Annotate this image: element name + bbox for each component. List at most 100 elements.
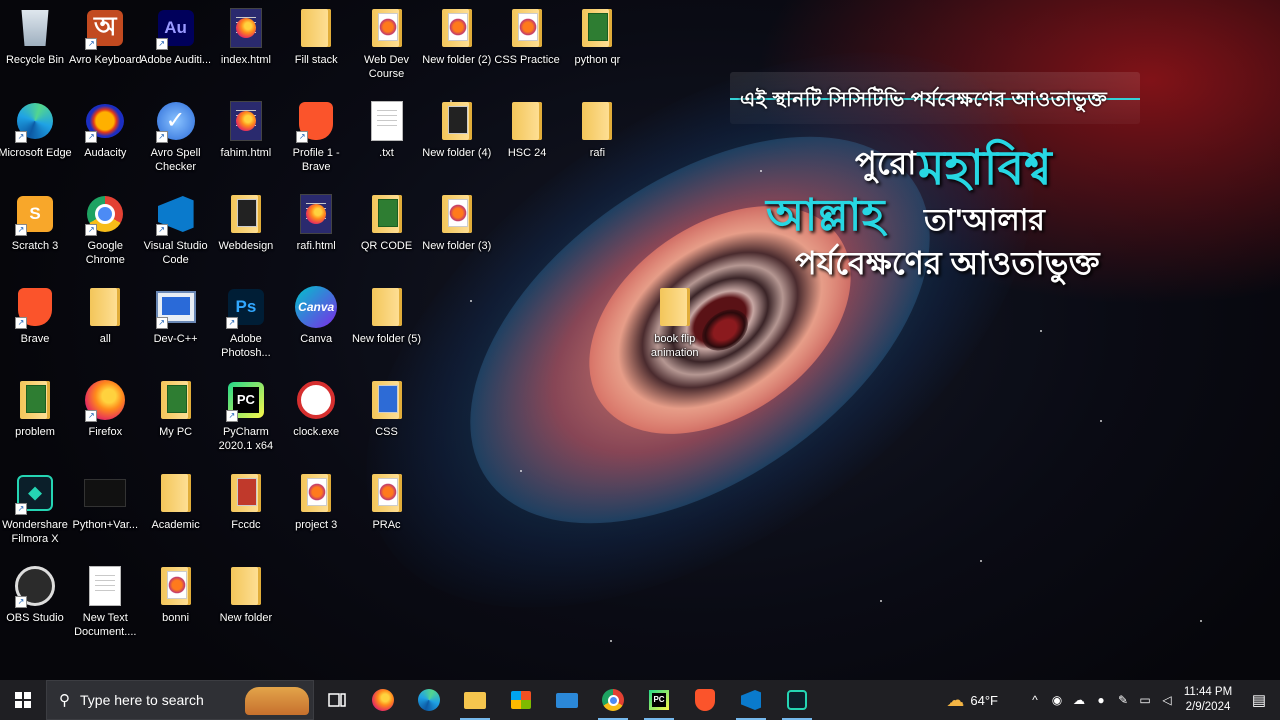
scratch-icon: S ↗ xyxy=(13,192,57,236)
desktop-icon[interactable]: New Text Document.... xyxy=(70,558,140,639)
desktop-icon[interactable]: CSS Practice xyxy=(492,0,562,67)
taskbar-chrome[interactable] xyxy=(590,680,636,720)
chevron-up-icon[interactable]: ^ xyxy=(1024,693,1046,707)
desktop-icon-label: Wondershare Filmora X xyxy=(2,519,68,545)
desktop-icon[interactable]: rafi xyxy=(562,93,632,160)
desktop-icon[interactable]: New folder (2) xyxy=(422,0,492,67)
taskbar-clock[interactable]: 11:44 PM 2/9/2024 xyxy=(1178,685,1238,715)
desktop-icon[interactable]: ↗ Firefox xyxy=(70,372,140,439)
desktop-icon[interactable]: clock.exe xyxy=(281,372,351,439)
desktop-icon[interactable]: Ps ↗ Adobe Photosh... xyxy=(211,279,281,360)
desktop-icon[interactable]: Fill stack xyxy=(281,0,351,67)
microphone-icon[interactable]: ● xyxy=(1090,693,1112,707)
edge-icon xyxy=(418,689,440,711)
system-tray: ☁ 64°F ^ ◉ ☁ ● ✎ ▭ ◁ 11:44 PM 2/9/2024 ▤ xyxy=(946,680,1280,720)
taskbar-search-box[interactable]: ⚲ Type here to search xyxy=(46,680,314,720)
desktop-icon-label: Avro Keyboard xyxy=(69,54,142,66)
desktop-icon[interactable]: rafi.html xyxy=(281,186,351,253)
dark-thumb-icon xyxy=(83,471,127,515)
desktop-icon[interactable]: Web Dev Course xyxy=(352,0,422,81)
chrome-icon xyxy=(602,689,624,711)
desktop-icon[interactable]: ↗ Microsoft Edge xyxy=(0,93,72,160)
taskbar-firefox[interactable] xyxy=(360,680,406,720)
desktop-icon[interactable]: Recycle Bin xyxy=(0,0,70,67)
taskbar-brave[interactable] xyxy=(682,680,728,720)
search-placeholder: Type here to search xyxy=(80,692,204,708)
taskbar-store[interactable] xyxy=(498,680,544,720)
desktop-icon[interactable]: New folder (4) xyxy=(422,93,492,160)
desktop-icon-label: Web Dev Course xyxy=(363,54,410,80)
pen-icon[interactable]: ✎ xyxy=(1112,693,1134,707)
task-view-button[interactable] xyxy=(314,680,360,720)
desktop-icon-label: index.html xyxy=(220,54,271,66)
desktop-icon[interactable]: Academic xyxy=(141,465,211,532)
desktop-icon[interactable]: ↗ Brave xyxy=(0,279,70,346)
desktop-icon[interactable]: New folder (5) xyxy=(352,279,422,346)
desktop-icon[interactable]: Au ↗ Adobe Auditi... xyxy=(140,0,212,67)
desktop-icon[interactable]: ↗ Visual Studio Code xyxy=(141,186,211,267)
desktop-icon[interactable]: Python+Var... xyxy=(70,465,140,532)
mail-icon xyxy=(556,692,578,708)
desktop-icon-label: Recycle Bin xyxy=(5,54,65,66)
taskbar-vscode[interactable] xyxy=(728,680,774,720)
desktop-icon-label: New folder (4) xyxy=(422,147,492,159)
desktop-icon[interactable]: Canva Canva xyxy=(281,279,351,346)
weather-icon[interactable]: ☁ xyxy=(946,690,964,711)
folder-fx-icon xyxy=(154,564,198,608)
weather-temp[interactable]: 64°F xyxy=(970,693,998,708)
firefox-icon: ↗ xyxy=(83,378,127,422)
desktop-icon[interactable]: ↗ Audacity xyxy=(70,93,140,160)
desktop-icon[interactable]: ◆ ↗ Wondershare Filmora X xyxy=(0,465,70,546)
desktop-icon[interactable]: New folder (3) xyxy=(422,186,492,253)
folder-icon xyxy=(224,564,268,608)
folder-fx-icon xyxy=(435,192,479,236)
desktop-icon[interactable]: Webdesign xyxy=(211,186,281,253)
desktop-icon[interactable]: New folder xyxy=(211,558,281,625)
desktop-icon[interactable]: HSC 24 xyxy=(492,93,562,160)
desktop-icon[interactable]: ↗ OBS Studio xyxy=(0,558,70,625)
desktop-icon[interactable]: index.html xyxy=(211,0,281,67)
folder-fx-icon xyxy=(505,6,549,50)
volume-icon[interactable]: ◁ xyxy=(1156,693,1178,707)
taskbar-edge[interactable] xyxy=(406,680,452,720)
network-icon[interactable]: ▭ xyxy=(1134,693,1156,707)
taskbar-file-explorer[interactable] xyxy=(452,680,498,720)
desktop-icon[interactable]: book flip animation xyxy=(640,279,710,360)
desktop-icon[interactable]: ↗ Profile 1 - Brave xyxy=(281,93,351,174)
desktop-icon[interactable]: project 3 xyxy=(281,465,351,532)
desktop-icon[interactable]: bonni xyxy=(141,558,211,625)
desktop-icon[interactable]: PRAc xyxy=(352,465,422,532)
desktop-icon-label: Adobe Auditi... xyxy=(140,54,212,66)
vscode-icon xyxy=(741,690,761,710)
notification-icon[interactable]: ▤ xyxy=(1238,691,1280,709)
desktop-icon[interactable]: .txt xyxy=(352,93,422,160)
desktop-icon[interactable]: python qr xyxy=(562,0,632,67)
desktop-icon-label: project 3 xyxy=(295,519,338,531)
desktop-icon-label: Scratch 3 xyxy=(11,240,59,252)
desktop-icon-label: Canva xyxy=(300,333,333,345)
desktop-icon[interactable]: all xyxy=(70,279,140,346)
desktop-icon-label: New folder xyxy=(219,612,273,624)
desktop-icon[interactable]: ✓ ↗ Avro Spell Checker xyxy=(141,93,211,174)
desktop-icon-label: Fccdc xyxy=(231,519,261,531)
start-button[interactable] xyxy=(0,680,46,720)
taskbar-mail[interactable] xyxy=(544,680,590,720)
taskbar-filmora[interactable] xyxy=(774,680,820,720)
desktop-icon[interactable]: My PC xyxy=(141,372,211,439)
folder-dark-icon xyxy=(435,99,479,143)
clock-date: 2/9/2024 xyxy=(1185,701,1231,713)
taskbar-pycharm[interactable]: PC xyxy=(636,680,682,720)
desktop-icon[interactable]: PC ↗ PyCharm 2020.1 x64 xyxy=(211,372,281,453)
desktop-icon[interactable]: অ ↗ Avro Keyboard xyxy=(69,0,142,67)
desktop-icon-label: Google Chrome xyxy=(85,240,125,266)
desktop-icon[interactable]: ↗ Google Chrome xyxy=(70,186,140,267)
desktop-icon[interactable]: CSS xyxy=(352,372,422,439)
desktop-icon[interactable]: problem xyxy=(0,372,70,439)
desktop-icon[interactable]: QR CODE xyxy=(352,186,422,253)
desktop-icon[interactable]: ↗ Dev-C++ xyxy=(141,279,211,346)
desktop-icon[interactable]: Fccdc xyxy=(211,465,281,532)
cloud-off-icon[interactable]: ☁ xyxy=(1068,693,1090,707)
desktop-icon[interactable]: fahim.html xyxy=(211,93,281,160)
meet-icon[interactable]: ◉ xyxy=(1046,693,1068,707)
desktop-icon[interactable]: S ↗ Scratch 3 xyxy=(0,186,70,253)
